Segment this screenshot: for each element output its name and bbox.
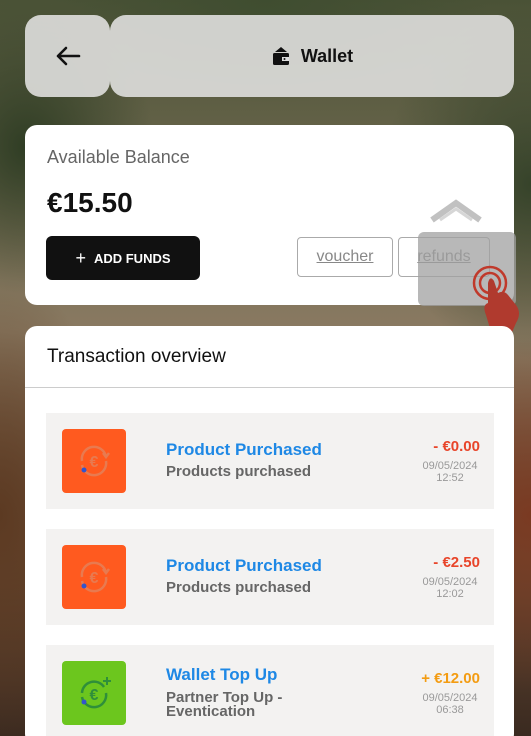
add-funds-label: ADD FUNDS: [93, 250, 171, 266]
transaction-amount: - €2.50: [433, 554, 480, 571]
euro-exchange-icon: €: [62, 545, 126, 609]
transaction-time: 12:52: [436, 472, 464, 484]
transaction-subtitle: Partner Top Up - Eventication: [166, 689, 283, 720]
transaction-date: 09/05/2024: [422, 576, 478, 588]
svg-text:€: €: [90, 570, 99, 587]
transaction-amount: - €0.00: [433, 438, 480, 455]
transactions-card: Transaction overview € Product Purchased…: [25, 326, 514, 736]
transaction-datetime: 09/05/2024 12:52: [420, 460, 480, 484]
balance-label: Available Balance: [47, 147, 190, 167]
svg-text:€: €: [90, 687, 99, 704]
transactions-list: € Product Purchased Products purchased -…: [46, 413, 494, 736]
transaction-title: Wallet Top Up: [166, 665, 278, 684]
transactions-heading: Transaction overview: [25, 326, 514, 388]
transaction-subtitle: Products purchased: [166, 463, 312, 480]
transaction-title: Product Purchased: [166, 556, 322, 575]
transaction-row[interactable]: € Product Purchased Products purchased -…: [46, 413, 494, 509]
transaction-datetime: 09/05/2024 12:02: [420, 576, 480, 600]
refunds-button[interactable]: refunds: [398, 237, 490, 277]
wallet-icon: [272, 47, 289, 65]
voucher-button[interactable]: voucher: [297, 237, 393, 277]
transaction-row[interactable]: € Wallet Top Up Partner Top Up - Eventic…: [46, 645, 494, 736]
transaction-subtitle: Products purchased: [166, 579, 312, 596]
page-title: Wallet: [300, 45, 354, 66]
back-button[interactable]: [25, 15, 110, 97]
transaction-date: 09/05/2024: [422, 460, 478, 472]
euro-exchange-icon: €: [62, 429, 126, 493]
transaction-amount: + €12.00: [421, 670, 480, 687]
transaction-datetime: 09/05/2024 06:38: [420, 692, 480, 716]
header-bar: Wallet: [110, 15, 514, 97]
balance-card: Available Balance €15.50 + ADD FUNDS vou…: [25, 125, 514, 305]
add-funds-button[interactable]: + ADD FUNDS: [46, 236, 200, 280]
transaction-time: 12:02: [436, 588, 464, 600]
balance-amount: €15.50: [47, 187, 133, 218]
euro-topup-icon: €: [62, 661, 126, 725]
transaction-date: 09/05/2024: [422, 692, 478, 704]
plus-icon: +: [75, 247, 86, 268]
arrow-left-icon: [56, 46, 80, 66]
svg-text:€: €: [90, 454, 99, 471]
transaction-row[interactable]: € Product Purchased Products purchased -…: [46, 529, 494, 625]
transaction-time: 06:38: [436, 704, 464, 716]
transaction-title: Product Purchased: [166, 440, 322, 459]
